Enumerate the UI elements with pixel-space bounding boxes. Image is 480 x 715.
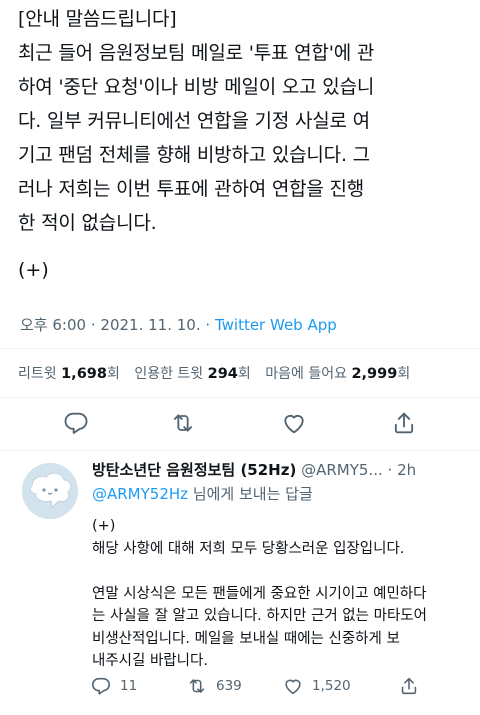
- retweets-count: 1,698: [61, 366, 107, 382]
- retweets-label: 리트윗: [18, 366, 57, 382]
- tweet-line: 기고 팬덤 전체를 향해 비방하고 있습니다. 그: [18, 144, 370, 166]
- divider: [0, 450, 480, 451]
- source-app-link[interactable]: Twitter Web App: [215, 316, 337, 334]
- meta-separator: ·: [90, 316, 96, 334]
- reply-author-handle[interactable]: @ARMY5...: [301, 461, 383, 479]
- tweet-line: [안내 말씀드립니다]: [18, 8, 177, 30]
- likes-label: 마음에 들어요: [265, 366, 347, 382]
- like-button[interactable]: [280, 409, 308, 437]
- tweet-line: 하여 '중단 요청'이나 비방 메일이 오고 있습니: [18, 76, 375, 98]
- reply-reply-button[interactable]: 11: [90, 675, 137, 697]
- reply-line: (+): [92, 518, 116, 534]
- reply-line: 내주시길 바랍니다.: [92, 653, 208, 669]
- likes-stat[interactable]: 마음에 들어요 2,999회: [265, 366, 410, 382]
- quotes-unit: 회: [237, 366, 251, 382]
- divider: [0, 397, 480, 398]
- retweet-icon: [173, 414, 193, 432]
- reply-share-button[interactable]: [398, 675, 428, 697]
- likes-count: 2,999: [351, 366, 398, 382]
- reply-text: (+) 해당 사항에 대해 저희 모두 당황스러운 입장입니다. 연말 시상식은…: [92, 515, 427, 673]
- tweet-meta: 오후 6:00 · 2021. 11. 10. · Twitter Web Ap…: [20, 312, 337, 338]
- reply-icon: [64, 412, 88, 434]
- replying-to: @ARMY52Hz 님에게 보내는 답글: [92, 483, 313, 505]
- retweets-stat[interactable]: 리트윗 1,698회: [18, 366, 120, 382]
- reply-action-bar: 11 639 1,520: [0, 675, 480, 699]
- tweet-line: 다. 일부 커뮤니티에선 연합을 기정 사실로 여: [18, 110, 370, 132]
- reply-author-name[interactable]: 방탄소년단 음원정보팀 (52Hz): [92, 461, 296, 479]
- tweet-line: 한 적이 없습니다.: [18, 212, 157, 234]
- reply-line: [92, 560, 427, 583]
- replying-to-suffix: 님에게 보내는 답글: [192, 485, 313, 503]
- tweet-action-bar: [0, 409, 480, 441]
- quotes-count: 294: [207, 366, 238, 382]
- tweet-continuation-marker: (+): [18, 259, 49, 281]
- tweet-time[interactable]: 오후 6:00: [20, 316, 86, 334]
- reply-retweet-button[interactable]: 639: [186, 675, 242, 697]
- tweet-line: 러나 저희는 이번 투표에 관하여 연합을 진행: [18, 178, 365, 200]
- tweet-line: 최근 들어 음원정보팀 메일로 '투표 연합'에 관: [18, 42, 375, 64]
- reply-button[interactable]: [62, 409, 90, 437]
- avatar-image: [22, 463, 78, 519]
- reply-line: 해당 사항에 대해 저희 모두 당황스러운 입장입니다.: [92, 540, 405, 557]
- reply-line: 비생산적입니다. 메일을 보내실 때에는 신중하게 보: [92, 630, 400, 647]
- retweets-unit: 회: [106, 366, 120, 382]
- reply-icon: [91, 677, 111, 695]
- divider: [0, 348, 480, 349]
- retweet-count: 639: [216, 678, 242, 694]
- meta-separator: ·: [205, 316, 211, 334]
- reply-header: 방탄소년단 음원정보팀 (52Hz) @ARMY5... · 2h: [92, 459, 416, 481]
- share-button[interactable]: [390, 409, 418, 437]
- reply-time[interactable]: 2h: [397, 461, 416, 479]
- like-count: 1,520: [312, 678, 351, 694]
- retweet-icon: [189, 679, 205, 693]
- reply-line: 연말 시상식은 모든 팬들에게 중요한 시기이고 예민하다: [92, 585, 427, 602]
- like-icon: [285, 679, 301, 695]
- tweet-text: [안내 말씀드립니다] 최근 들어 음원정보팀 메일로 '투표 연합'에 관 하…: [18, 2, 468, 240]
- like-icon: [284, 414, 304, 434]
- reply-line: 는 사실을 잘 알고 있습니다. 하지만 근거 없는 마타도어: [92, 608, 427, 624]
- engagement-stats: 리트윗 1,698회 인용한 트윗 294회 마음에 들어요 2,999회: [18, 361, 410, 387]
- reply-like-button[interactable]: 1,520: [282, 675, 351, 697]
- share-icon: [394, 412, 414, 434]
- likes-unit: 회: [397, 366, 411, 382]
- reply-count: 11: [120, 678, 138, 694]
- share-icon: [401, 677, 417, 695]
- retweet-button[interactable]: [169, 409, 197, 437]
- quotes-stat[interactable]: 인용한 트윗 294회: [134, 366, 250, 382]
- tweet-date[interactable]: 2021. 11. 10.: [100, 316, 200, 334]
- meta-separator: ·: [387, 461, 393, 479]
- avatar[interactable]: [22, 463, 78, 519]
- quotes-label: 인용한 트윗: [134, 366, 204, 382]
- reply-mention-link[interactable]: @ARMY52Hz: [92, 485, 188, 503]
